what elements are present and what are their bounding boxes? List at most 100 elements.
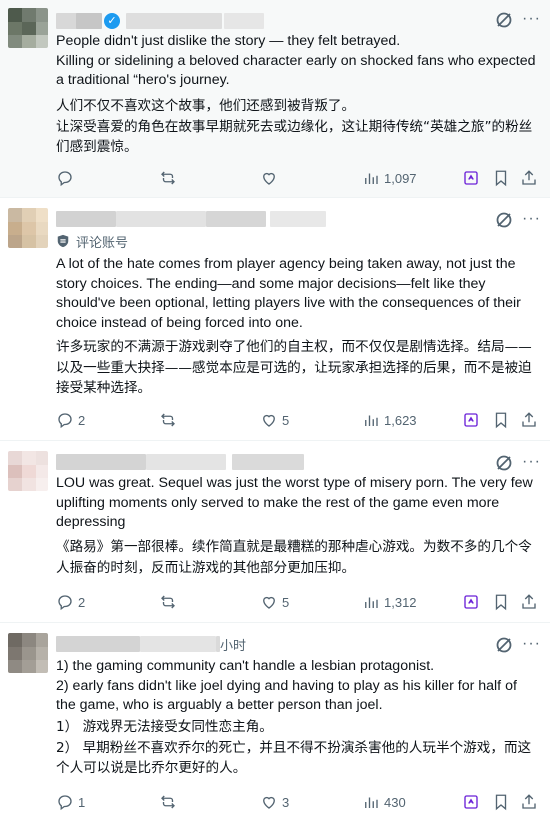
handle[interactable] [140, 636, 216, 652]
grok-icon[interactable] [494, 635, 514, 655]
avatar[interactable] [8, 8, 48, 48]
post-text-en: 1) the gaming community can't handle a l… [56, 657, 536, 716]
heart-icon [263, 414, 275, 427]
like-button[interactable]: 3 [260, 792, 289, 812]
post-text-en: A lot of the hate comes from player agen… [56, 255, 536, 333]
retweet-button[interactable] [159, 168, 181, 188]
handle[interactable] [116, 211, 206, 227]
reply-icon [58, 595, 72, 611]
username[interactable] [76, 13, 102, 29]
post-text-zh: 许多玩家的不满源于游戏剥夺了他们的自主权，而不仅仅是剧情选择。结局——以及一些重… [56, 339, 532, 396]
bookmark-button[interactable] [492, 168, 510, 188]
bookmark-icon [495, 170, 507, 187]
post-2[interactable]: ··· 评论账号 A lot of the hate comes from pl… [0, 198, 550, 441]
username[interactable] [56, 211, 116, 227]
grok-icon[interactable] [494, 453, 514, 473]
retweet-button[interactable] [159, 792, 181, 812]
avatar[interactable] [8, 451, 48, 491]
grok-icon[interactable] [494, 10, 514, 30]
avatar[interactable] [8, 208, 48, 248]
views-icon [365, 173, 378, 184]
views-count: 430 [384, 794, 406, 810]
retweet-icon [161, 795, 175, 809]
more-options-icon[interactable]: ··· [522, 636, 542, 657]
reply-button[interactable] [56, 168, 78, 188]
reply-icon [58, 171, 72, 187]
grok-icon [464, 413, 478, 427]
views-button[interactable]: 1,623 [362, 410, 417, 430]
more-options-icon[interactable]: ··· [522, 211, 542, 232]
bookmark-button[interactable] [492, 410, 510, 430]
comment-account-label: 评论账号 [76, 235, 129, 251]
post-text-line: 2) early fans didn't like joel dying and… [56, 677, 517, 714]
avatar[interactable] [8, 633, 48, 673]
more-options-icon[interactable]: ··· [522, 11, 542, 32]
username[interactable] [56, 454, 146, 470]
retweet-icon [161, 595, 175, 609]
retweet-button[interactable] [159, 592, 181, 612]
bookmark-button[interactable] [492, 592, 510, 612]
views-button[interactable]: 1,312 [362, 592, 417, 612]
grok-analyze-button[interactable] [462, 592, 480, 612]
post-text-line: Killing or sidelining a beloved characte… [56, 52, 536, 89]
grok-icon [464, 795, 478, 809]
grok-analyze-button[interactable] [462, 168, 480, 188]
bookmark-icon [495, 794, 507, 811]
reply-button[interactable]: 1 [56, 792, 85, 812]
post-1[interactable]: ✓ ··· People didn't just dislike the sto… [0, 0, 550, 198]
post-text-line: People didn't just dislike the story — t… [56, 33, 401, 49]
like-count: 5 [282, 594, 290, 610]
reply-icon [58, 795, 72, 811]
action-bar: 1,097 [56, 168, 540, 188]
handle[interactable] [126, 13, 222, 29]
post-4[interactable]: 小时 ··· 1) the gaming community can't han… [0, 623, 550, 825]
share-button[interactable] [520, 592, 538, 612]
reply-button[interactable]: 2 [56, 592, 85, 612]
views-button[interactable]: 430 [362, 792, 406, 812]
share-icon [522, 594, 536, 609]
retweet-icon [161, 413, 175, 427]
views-icon [365, 597, 378, 608]
post-text-en: LOU was great. Sequel was just the worst… [56, 474, 536, 533]
grok-analyze-button[interactable] [462, 410, 480, 430]
action-bar: 2 5 1,623 [56, 410, 540, 430]
retweet-icon [161, 171, 175, 185]
post-3[interactable]: ··· LOU was great. Sequel was just the w… [0, 441, 550, 623]
username[interactable] [56, 636, 140, 652]
grok-analyze-button[interactable] [462, 792, 480, 812]
timestamp-unit[interactable]: 小时 [220, 635, 246, 654]
timestamp[interactable] [224, 13, 264, 29]
grok-icon[interactable] [494, 210, 514, 230]
more-options-icon[interactable]: ··· [522, 454, 542, 475]
bookmark-button[interactable] [492, 792, 510, 812]
share-button[interactable] [520, 792, 538, 812]
like-button[interactable]: 5 [260, 410, 289, 430]
heart-icon [263, 596, 275, 609]
timestamp[interactable] [270, 211, 326, 227]
shield-icon [57, 234, 69, 248]
retweet-button[interactable] [159, 410, 181, 430]
views-icon [365, 797, 378, 808]
share-button[interactable] [520, 410, 538, 430]
timestamp[interactable] [232, 454, 304, 470]
like-button[interactable]: 5 [260, 592, 289, 612]
bookmark-icon [495, 412, 507, 429]
timestamp[interactable] [206, 211, 266, 227]
views-count: 1,312 [384, 594, 417, 610]
bookmark-icon [495, 594, 507, 611]
reply-icon [58, 413, 72, 429]
like-button[interactable] [260, 168, 282, 188]
post-header: 小时 [56, 633, 356, 655]
handle[interactable] [146, 454, 226, 470]
post-text-zh: 人们不仅不喜欢这个故事，他们还感到被背叛了。 让深受喜爱的角色在故事早期就死去或… [56, 98, 533, 155]
post-text-zh: 1） 游戏界无法接受女同性恋主角。 2） 早期粉丝不喜欢乔尔的死亡，并且不得不扮… [56, 719, 532, 776]
post-header [56, 451, 356, 473]
views-button[interactable]: 1,097 [362, 168, 417, 188]
heart-icon [263, 172, 275, 185]
share-button[interactable] [520, 168, 538, 188]
reply-count: 2 [78, 412, 86, 428]
reply-button[interactable]: 2 [56, 410, 85, 430]
reply-count: 2 [78, 594, 86, 610]
views-count: 1,623 [384, 412, 417, 428]
post-header: ✓ [56, 10, 356, 32]
